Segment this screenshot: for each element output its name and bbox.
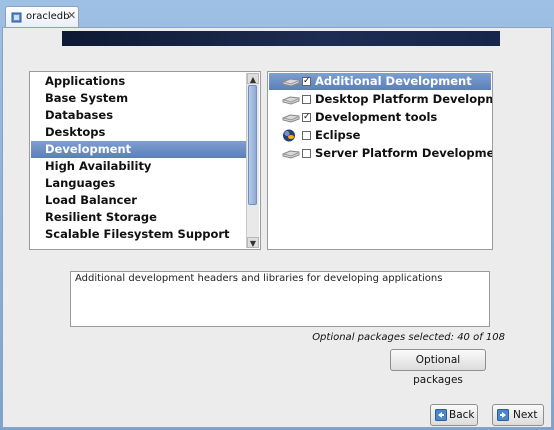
next-label: Next <box>513 409 538 421</box>
group-list-item[interactable]: Base System <box>31 90 247 107</box>
drive-icon <box>282 150 300 159</box>
package-group-item[interactable]: Eclipse <box>269 127 491 144</box>
scroll-up-arrow-icon[interactable]: ▲ <box>247 73 259 84</box>
back-button[interactable]: Back <box>430 404 478 426</box>
group-list-item[interactable]: High Availability <box>31 158 247 175</box>
eclipse-globe-icon <box>283 129 295 142</box>
group-list-item[interactable]: Applications <box>31 73 247 90</box>
package-group-label: Additional Development <box>315 74 472 88</box>
optional-packages-button[interactable]: Optional packages <box>390 349 486 386</box>
optional-packages-count: Optional packages selected: 40 of 108 <box>312 332 505 343</box>
package-group-label: Server Platform Development <box>315 146 493 160</box>
scroll-thumb[interactable] <box>248 85 257 205</box>
back-arrow-icon <box>435 409 447 421</box>
group-list: Applications Base System Databases Desktops… <box>29 71 261 250</box>
package-group-list: ✓ Additional Development Desktop Platform … <box>267 71 493 250</box>
description-box: Additional development headers and libra… <box>70 271 490 327</box>
group-list-item[interactable]: Load Balancer <box>31 192 247 209</box>
installer-screen: Applications Base System Databases Desktops… <box>2 27 552 428</box>
scroll-down-arrow-icon[interactable]: ▼ <box>247 237 259 248</box>
drive-icon <box>282 96 300 105</box>
vm-icon <box>11 12 22 23</box>
group-list-item[interactable]: Development <box>31 141 247 158</box>
close-icon[interactable]: ✕ <box>67 9 76 22</box>
group-list-item[interactable]: Resilient Storage <box>31 209 247 226</box>
package-group-item[interactable]: Server Platform Development <box>269 145 493 162</box>
header-banner <box>62 31 500 46</box>
package-group-item[interactable]: ✓ Development tools <box>269 109 491 126</box>
group-list-item[interactable]: Languages <box>31 175 247 192</box>
package-checkbox[interactable] <box>302 131 311 140</box>
group-list-item[interactable]: Databases <box>31 107 247 124</box>
tab-oracledb[interactable]: oracledb ✕ <box>5 6 79 28</box>
tab-label: oracledb <box>26 11 70 22</box>
group-list-item[interactable]: Scalable Filesystem Support <box>31 226 247 243</box>
package-group-item[interactable]: Desktop Platform Development <box>269 91 492 108</box>
next-arrow-icon <box>497 409 509 421</box>
package-group-label: Development tools <box>315 110 438 124</box>
package-group-label: Desktop Platform Development <box>315 92 492 106</box>
package-checkbox[interactable]: ✓ <box>302 77 311 86</box>
next-button[interactable]: Next <box>492 404 544 426</box>
package-group-item[interactable]: ✓ Additional Development <box>269 73 491 90</box>
package-group-label: Eclipse <box>315 128 361 142</box>
package-checkbox[interactable] <box>302 149 311 158</box>
description-text: Additional development headers and libra… <box>75 273 443 284</box>
package-checkbox[interactable]: ✓ <box>302 113 311 122</box>
back-label: Back <box>449 409 475 421</box>
package-checkbox[interactable] <box>302 95 311 104</box>
window-frame: oracledb ✕ Applications Base System Databa… <box>0 0 554 430</box>
group-list-item[interactable]: Desktops <box>31 124 247 141</box>
drive-icon <box>282 78 300 87</box>
group-list-scrollbar[interactable]: ▲ ▼ <box>246 73 259 248</box>
tab-bar: oracledb ✕ <box>2 3 552 28</box>
drive-icon <box>282 114 300 123</box>
